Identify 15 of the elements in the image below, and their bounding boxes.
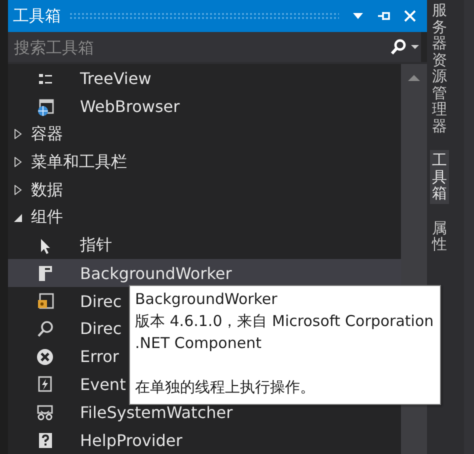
tooltip-description: 在单独的线程上执行操作。: [135, 377, 316, 398]
item-label: TreeView: [80, 69, 152, 88]
tooltip-title: BackgroundWorker: [135, 289, 278, 310]
item-label: FileSystemWatcher: [80, 402, 233, 422]
item-label: BackgroundWorker: [80, 264, 232, 283]
item-label: WebBrowser: [80, 97, 180, 116]
item-label: Event: [80, 374, 126, 394]
tooltip-text: .NET Component: [135, 333, 262, 354]
tooltip-text: 版本 4.6.1.0，来自 Microsoft Corporation: [135, 311, 434, 332]
item-label: Error: [80, 347, 119, 366]
item-label: HelpProvider: [80, 430, 182, 450]
item-label: Direc: [80, 292, 122, 311]
item-label: 指针: [80, 235, 112, 256]
item-label: Direc: [80, 319, 122, 338]
window-title: 工具箱: [13, 6, 61, 26]
